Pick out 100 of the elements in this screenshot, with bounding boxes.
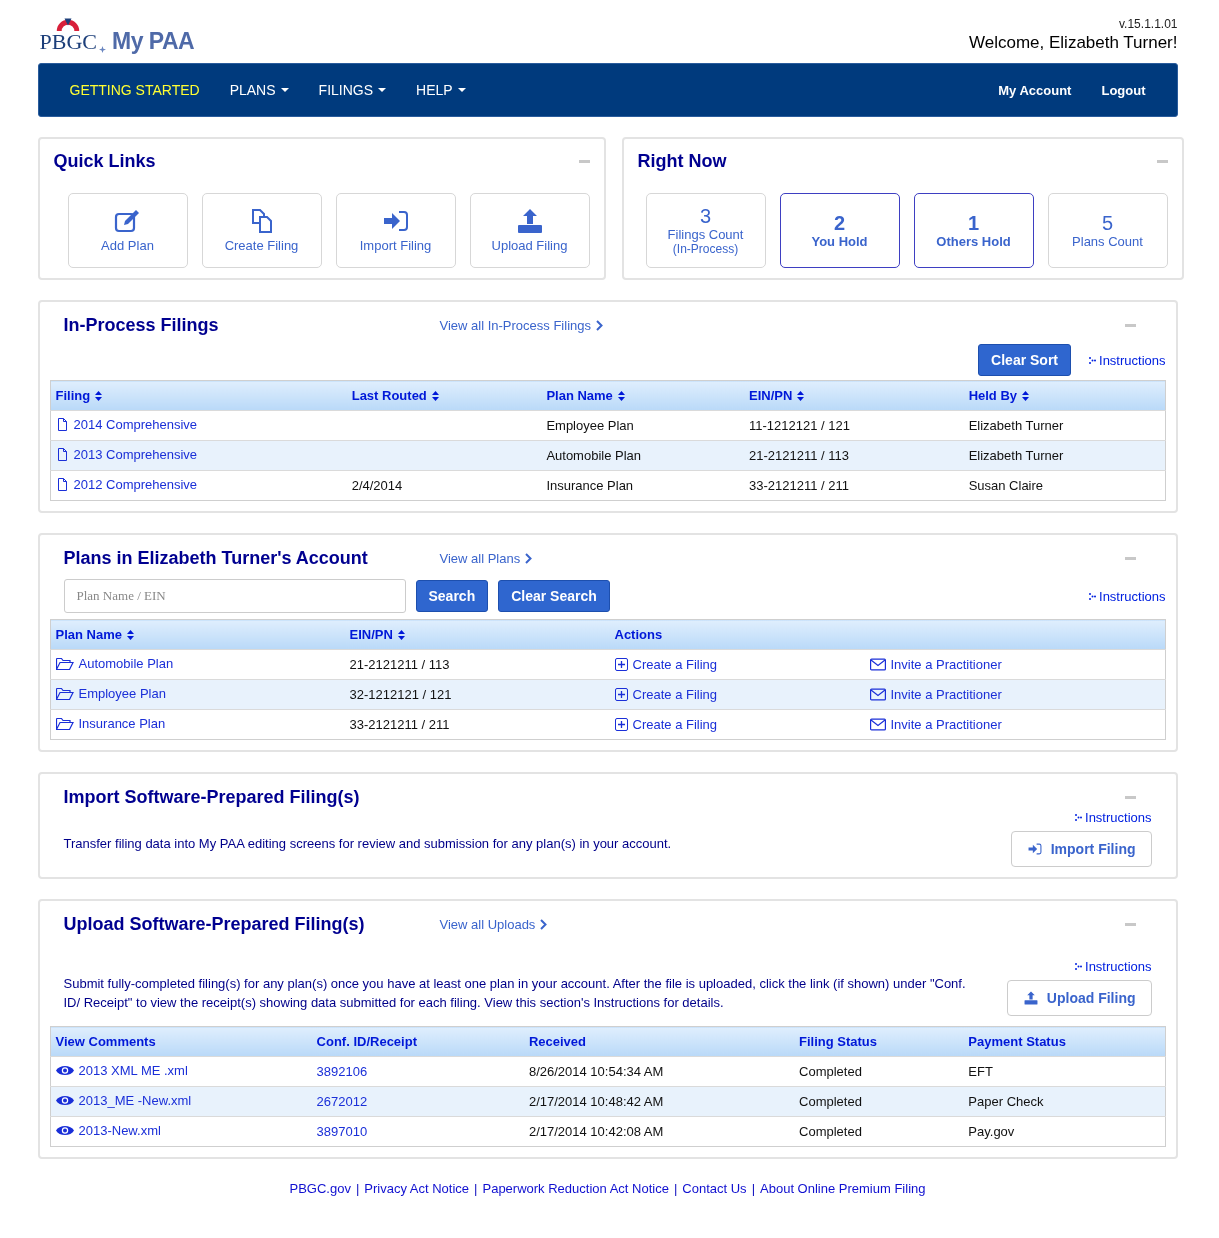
quick-link-button[interactable]: Upload Filing: [469, 193, 590, 268]
separator: |: [751, 1181, 755, 1196]
file-comments-link[interactable]: 2013 XML ME .xml: [55, 1063, 188, 1078]
import-filing-button[interactable]: Import Filing: [1010, 831, 1152, 867]
table-cell: 21-2121211 / 113: [749, 448, 849, 463]
stat-count: 1: [967, 212, 980, 234]
sortable-column-header[interactable]: EIN/PN: [749, 388, 805, 403]
receipt-link[interactable]: 3892106: [316, 1064, 368, 1079]
invite-practitioner-link[interactable]: Invite a Practitioner: [869, 687, 1002, 702]
upload-icon: [515, 208, 544, 234]
plan-link[interactable]: Insurance Plan: [55, 716, 166, 731]
create-filing-link[interactable]: Create a Filing: [614, 657, 870, 672]
logo-text: PBGC: [39, 31, 97, 53]
nav-menu-item[interactable]: HELP: [401, 76, 481, 104]
quick-link-button[interactable]: Create Filing: [201, 193, 322, 268]
nav-link[interactable]: My Account: [983, 76, 1087, 104]
search-button[interactable]: Search: [415, 580, 489, 612]
footer-link[interactable]: Paperwork Reduction Act Notice: [482, 1181, 669, 1196]
invite-practitioner-link[interactable]: Invite a Practitioner: [869, 717, 1002, 732]
table-cell: 11-1212121 / 121: [749, 418, 850, 433]
nav-menu-item[interactable]: GETTING STARTED: [54, 76, 215, 104]
table-cell: 21-2121211 / 113: [349, 657, 450, 672]
sign-in-icon: [381, 208, 410, 234]
footer-link[interactable]: PBGC.gov: [289, 1181, 351, 1196]
stat-count: 5: [1101, 212, 1114, 234]
sortable-column-header[interactable]: Plan Name: [546, 388, 625, 403]
collapse-icon[interactable]: [1156, 159, 1168, 163]
sortable-column-header[interactable]: Held By: [968, 388, 1030, 403]
view-all-link[interactable]: View all In-Process Filings: [439, 317, 603, 333]
column-header: Actions: [614, 627, 663, 642]
table-cell: Completed: [799, 1064, 862, 1079]
create-filing-link[interactable]: Create a Filing: [614, 687, 870, 702]
quick-link-button[interactable]: Add Plan: [67, 193, 188, 268]
panel-title: Plans in Elizabeth Turner's Account: [62, 547, 369, 569]
panel-title: In-Process Filings: [62, 314, 220, 336]
stat-label: Plans Count: [1072, 234, 1143, 249]
caret-icon: [280, 88, 289, 92]
collapse-icon[interactable]: [1124, 795, 1136, 799]
table-cell: 8/26/2014 10:54:34 AM: [528, 1064, 664, 1079]
stat-card[interactable]: 5 Plans Count: [1047, 193, 1168, 268]
plus-square-icon: [614, 658, 628, 671]
separator: |: [673, 1181, 678, 1196]
table-cell: Insurance Plan: [546, 478, 634, 493]
plus-square-icon: [614, 718, 628, 731]
collapse-icon[interactable]: [578, 159, 590, 163]
panel-title: Quick Links: [53, 150, 156, 172]
instructions-link[interactable]: Instructions: [1089, 588, 1166, 604]
footer-link[interactable]: About Online Premium Filing: [760, 1181, 926, 1196]
sortable-column-header[interactable]: Filing: [55, 388, 103, 403]
caret-icon: [378, 88, 387, 92]
stat-card[interactable]: 3 Filings Count (In-Process): [645, 193, 766, 268]
receipt-link[interactable]: 3897010: [316, 1124, 368, 1139]
envelope-icon: [869, 718, 886, 731]
plan-link[interactable]: Employee Plan: [55, 686, 166, 701]
nav-link[interactable]: Logout: [1086, 76, 1161, 104]
folder-icon: [55, 717, 74, 730]
upload-filing-button[interactable]: Upload Filing: [1006, 980, 1152, 1016]
collapse-icon[interactable]: [1124, 323, 1136, 327]
table-cell: Completed: [799, 1094, 862, 1109]
invite-practitioner-link[interactable]: Invite a Practitioner: [869, 657, 1002, 672]
sort-icon: [797, 390, 805, 401]
chevron-icon: [525, 552, 533, 564]
receipt-link[interactable]: 2672012: [316, 1094, 368, 1109]
stat-card[interactable]: 1 Others Hold: [913, 193, 1034, 268]
footer-link[interactable]: Contact Us: [682, 1181, 747, 1196]
table-cell: 2/17/2014 10:48:42 AM: [528, 1094, 664, 1109]
eye-icon: [55, 1124, 74, 1137]
panel-title: Upload Software-Prepared Filing(s): [62, 913, 366, 935]
welcome-message: Welcome, Elizabeth Turner!: [969, 33, 1178, 53]
table-cell: Pay.gov: [968, 1124, 1015, 1139]
nav-menu-item[interactable]: FILINGS: [303, 76, 402, 104]
filing-link[interactable]: 2014 Comprehensive: [55, 417, 198, 432]
collapse-icon[interactable]: [1124, 556, 1136, 560]
stat-card[interactable]: 2 You Hold: [779, 193, 900, 268]
create-filing-link[interactable]: Create a Filing: [614, 717, 870, 732]
sortable-column-header[interactable]: EIN/PN: [349, 627, 405, 642]
file-comments-link[interactable]: 2013-New.xml: [55, 1123, 161, 1138]
clear-sort-button[interactable]: Clear Sort: [978, 344, 1071, 376]
envelope-icon: [869, 688, 886, 701]
view-all-link[interactable]: View all Plans: [439, 550, 533, 566]
nav-menu-item[interactable]: PLANS: [214, 76, 304, 104]
table-cell: Elizabeth Turner: [968, 418, 1064, 433]
search-field[interactable]: Plan Name / EIN: [63, 579, 406, 613]
edit-icon: [113, 208, 142, 234]
plan-link[interactable]: Automobile Plan: [55, 656, 174, 671]
view-all-link[interactable]: View all Uploads: [439, 916, 548, 932]
sortable-column-header[interactable]: Plan Name: [55, 627, 134, 642]
instructions-link[interactable]: Instructions: [1089, 352, 1166, 368]
filing-link[interactable]: 2012 Comprehensive: [55, 477, 198, 492]
footer-link[interactable]: Privacy Act Notice: [364, 1181, 470, 1196]
clear-search-button[interactable]: Clear Search: [498, 580, 610, 612]
instructions-link[interactable]: Instructions: [1075, 810, 1152, 825]
stat-count: 2: [833, 212, 846, 234]
column-header: Conf. ID/Receipt: [316, 1034, 417, 1049]
quick-link-button[interactable]: Import Filing: [335, 193, 456, 268]
collapse-icon[interactable]: [1124, 922, 1136, 926]
sort-icon: [397, 629, 405, 640]
sort-icon: [1022, 390, 1030, 401]
instructions-link[interactable]: Instructions: [1075, 959, 1152, 974]
stat-sublabel: (In-Process): [672, 242, 739, 256]
